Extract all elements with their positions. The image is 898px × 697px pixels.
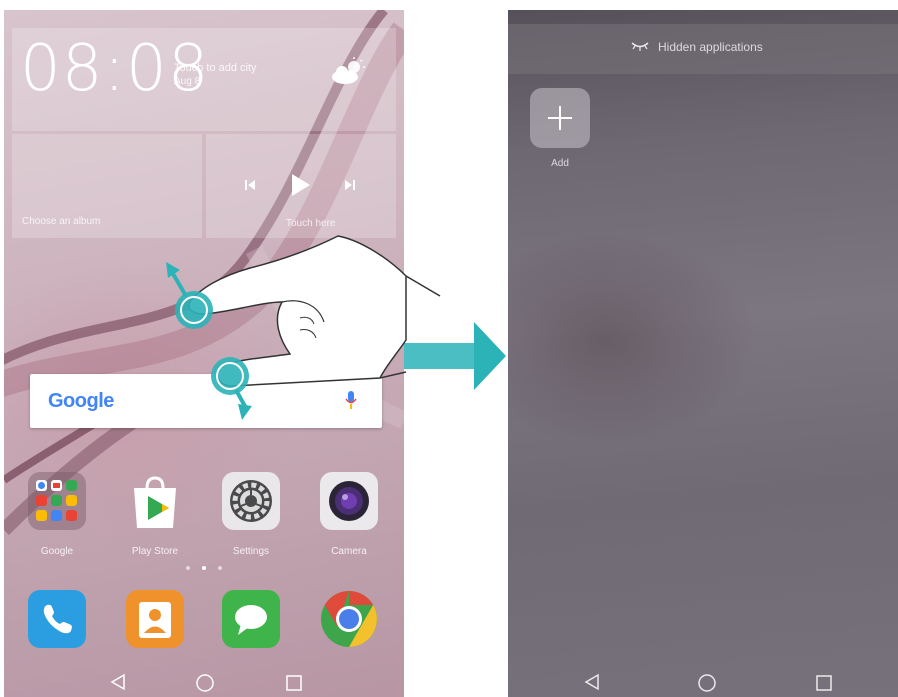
upper-touch-point-icon	[166, 262, 213, 329]
transition-arrow-icon	[404, 322, 506, 390]
lower-touch-point-icon	[211, 357, 252, 420]
pinch-gesture-illustration	[166, 235, 506, 420]
